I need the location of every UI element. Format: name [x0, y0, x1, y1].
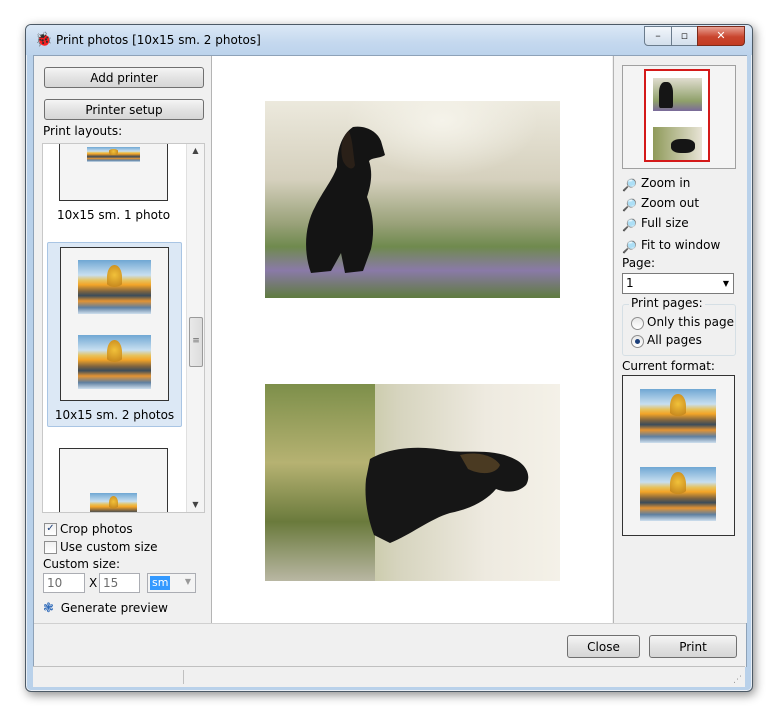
- print-button[interactable]: Print: [649, 635, 737, 658]
- paw-icon: ❃: [43, 601, 54, 616]
- chevron-down-icon: ▼: [722, 279, 729, 288]
- zoom-in-icon: 🔎: [622, 178, 637, 192]
- printer-setup-button[interactable]: Printer setup: [44, 99, 204, 120]
- full-size-icon: 🔎: [622, 218, 637, 232]
- scroll-down-arrow-icon[interactable]: ▼: [187, 498, 204, 512]
- page-thumbnail-selected[interactable]: [644, 69, 710, 162]
- scroll-up-arrow-icon[interactable]: ▲: [187, 144, 204, 158]
- generate-preview-label: Generate preview: [60, 601, 168, 615]
- generate-preview-link[interactable]: ❃ Generate preview: [43, 601, 168, 616]
- format-photo-2: [640, 467, 716, 521]
- thumbnail-photo-1: [653, 78, 702, 111]
- status-separator: [183, 670, 184, 684]
- unit-value: sm: [150, 576, 171, 590]
- layout-thumbnail-photo: [90, 493, 137, 512]
- layout-next-preview[interactable]: [59, 448, 168, 512]
- preview-photo-2: [265, 384, 560, 581]
- layout-2-photos-item[interactable]: 10x15 sm. 2 photos: [47, 242, 182, 427]
- layout-1-photo-preview[interactable]: [59, 144, 168, 201]
- page-thumbnail-box: [622, 65, 736, 169]
- layout-thumbnail-photo: [87, 147, 140, 162]
- layout-2-photos-preview: [60, 247, 169, 401]
- scroll-thumb[interactable]: ≡: [189, 317, 203, 367]
- use-custom-size-checkbox[interactable]: [44, 541, 57, 554]
- title-bar: 🐞 Print photos [10x15 sm. 2 photos] – ▫ …: [26, 25, 752, 55]
- crop-photos-checkbox[interactable]: ✓: [44, 523, 57, 536]
- only-this-page-label[interactable]: Only this page: [647, 315, 734, 329]
- window-title: Print photos [10x15 sm. 2 photos]: [56, 33, 261, 47]
- layout-caption: 10x15 sm. 2 photos: [54, 408, 175, 422]
- print-pages-label: Print pages:: [629, 296, 705, 310]
- bug-icon: 🐞: [35, 32, 53, 48]
- full-size-link[interactable]: 🔎 Full size: [622, 216, 689, 232]
- page-label: Page:: [622, 256, 656, 270]
- current-format-label: Current format:: [622, 359, 715, 373]
- resize-grip-icon[interactable]: ⋰: [733, 675, 742, 685]
- unit-select[interactable]: sm ▼: [147, 573, 196, 593]
- print-layouts-list[interactable]: 10x15 sm. 1 photo 10x15 sm. 2 photos ▲ ≡: [42, 143, 205, 513]
- zoom-in-label: Zoom in: [641, 176, 691, 190]
- chevron-down-icon: ▼: [184, 577, 191, 586]
- right-panel: 🔎 Zoom in 🔎 Zoom out 🔎 Full size 🔎 Fit to wi…: [613, 56, 747, 623]
- status-bar: ⋰: [33, 666, 745, 687]
- thumbnail-photo-2: [653, 127, 702, 160]
- layout-caption[interactable]: 10x15 sm. 1 photo: [43, 208, 184, 222]
- maximize-button[interactable]: ▫: [671, 26, 698, 46]
- current-format-preview: [622, 375, 735, 536]
- fit-to-window-icon: 🔎: [622, 240, 637, 254]
- crop-photos-label[interactable]: Crop photos: [60, 522, 133, 536]
- format-photo-1: [640, 389, 716, 443]
- custom-width-input[interactable]: 10: [43, 573, 85, 593]
- close-window-button[interactable]: ✕: [697, 26, 745, 46]
- page-value: 1: [626, 276, 634, 290]
- page-select[interactable]: 1 ▼: [622, 273, 734, 294]
- only-this-page-radio[interactable]: [631, 317, 644, 330]
- dog-silhouette-icon: [365, 447, 529, 543]
- zoom-out-label: Zoom out: [641, 196, 700, 210]
- times-sign: X: [89, 576, 98, 590]
- fit-to-window-link[interactable]: 🔎 Fit to window: [622, 238, 720, 254]
- custom-size-label: Custom size:: [43, 557, 121, 571]
- client-area: Add printer Printer setup Print layouts:…: [33, 55, 747, 667]
- add-printer-button[interactable]: Add printer: [44, 67, 204, 88]
- use-custom-size-label[interactable]: Use custom size: [60, 540, 158, 554]
- dog-silhouette-icon: [306, 126, 385, 274]
- bottom-button-bar: Close Print: [34, 623, 746, 667]
- zoom-out-link[interactable]: 🔎 Zoom out: [622, 196, 699, 212]
- minimize-button[interactable]: –: [644, 26, 672, 46]
- full-size-label: Full size: [641, 216, 689, 230]
- print-preview-area: [212, 56, 612, 623]
- close-button[interactable]: Close: [567, 635, 640, 658]
- print-layouts-label: Print layouts:: [43, 124, 123, 138]
- print-pages-group: Print pages: Only this page All pages: [622, 296, 736, 356]
- zoom-out-icon: 🔎: [622, 198, 637, 212]
- left-panel: Add printer Printer setup Print layouts:…: [34, 56, 212, 623]
- layouts-scrollbar[interactable]: ▲ ≡ ▼: [186, 144, 204, 512]
- preview-photo-1: [265, 101, 560, 298]
- layout-thumbnail-photo: [78, 260, 151, 314]
- custom-height-input[interactable]: 15: [99, 573, 140, 593]
- fit-to-window-label: Fit to window: [641, 238, 721, 252]
- all-pages-label[interactable]: All pages: [647, 333, 702, 347]
- zoom-in-link[interactable]: 🔎 Zoom in: [622, 176, 690, 192]
- print-photos-window: 🐞 Print photos [10x15 sm. 2 photos] – ▫ …: [25, 24, 753, 692]
- layout-thumbnail-photo: [78, 335, 151, 389]
- all-pages-radio[interactable]: [631, 335, 644, 348]
